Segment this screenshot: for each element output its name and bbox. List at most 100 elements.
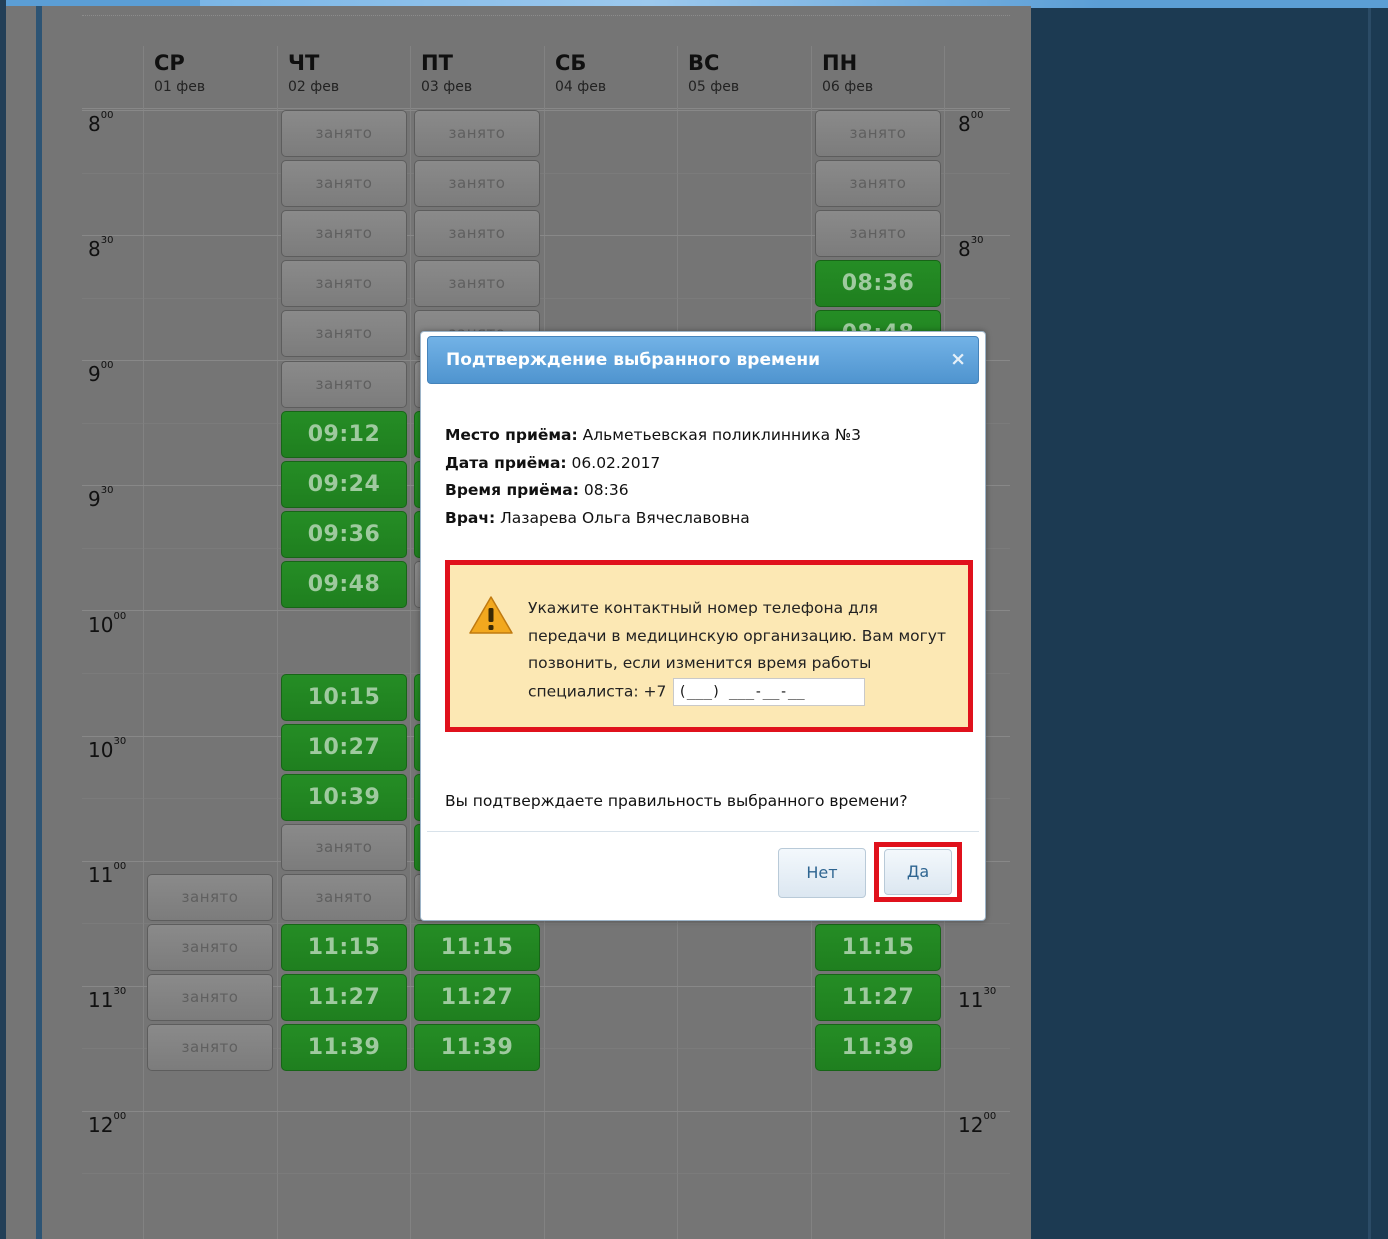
busy-slot: занято [414,110,540,157]
busy-slot: занято [281,824,407,871]
minute-text: 30 [100,235,114,246]
day-name: СР [154,51,185,75]
day-name: ВС [688,51,720,75]
free-slot[interactable]: 09:36 [281,511,407,558]
minute-text: 00 [100,360,114,371]
hour-text: 11 [88,988,114,1012]
yes-button[interactable]: Да [884,849,952,895]
hour-text: 11 [958,988,984,1012]
time-label-left: 930 [88,485,114,511]
right-edge [1368,8,1371,1239]
day-header-2: ПТ 03 фев [421,50,551,96]
hour-text: 8 [958,112,971,136]
day-header-4: ВС 05 фев [688,50,818,96]
minute-text: 30 [100,485,114,496]
free-slot[interactable]: 11:15 [281,924,407,971]
confirm-time-dialog: Подтверждение выбранного времени × Место… [420,331,986,921]
minute-text: 30 [970,235,984,246]
day-name: ПТ [421,51,453,75]
hour-text: 10 [88,613,114,637]
day-date: 04 фев [555,79,607,95]
doctor-value: Лазарева Ольга Вячеславовна [500,509,750,527]
busy-slot: занято [281,874,407,921]
row-line [82,1111,1010,1112]
warning-icon [469,596,513,634]
day-header-0: СР 01 фев [154,50,284,96]
time-label-left: 1130 [88,986,126,1012]
warning-text: Укажите контактный номер телефона для пе… [528,595,958,706]
time-row: Время приёма: 08:36 [445,481,629,499]
free-slot[interactable]: 11:27 [281,974,407,1021]
busy-slot: занято [281,210,407,257]
place-row: Место приёма: Альметьевская поликлинника… [445,426,861,444]
free-slot[interactable]: 11:39 [815,1024,941,1071]
row-line [82,1173,1010,1174]
busy-slot: занято [147,874,273,921]
day-date: 02 фев [288,79,340,95]
minute-text: 00 [100,110,114,121]
busy-slot: занято [281,160,407,207]
busy-slot: занято [414,260,540,307]
busy-slot: занято [815,210,941,257]
free-slot[interactable]: 10:15 [281,674,407,721]
busy-slot: занято [815,110,941,157]
free-slot[interactable]: 11:27 [815,974,941,1021]
free-slot[interactable]: 09:12 [281,411,407,458]
day-header-1: ЧТ 02 фев [288,50,418,96]
dialog-title: Подтверждение выбранного времени [446,350,821,370]
hour-text: 8 [88,112,101,136]
right-panel [1031,8,1381,1239]
free-slot[interactable]: 11:27 [414,974,540,1021]
dotted-separator [82,15,1010,16]
day-header-3: СБ 04 фев [555,50,685,96]
day-header-5: ПН 06 фев [822,50,952,96]
date-row: Дата приёма: 06.02.2017 [445,454,660,472]
free-slot[interactable]: 08:36 [815,260,941,307]
minute-text: 30 [983,986,997,997]
day-name: ЧТ [288,51,320,75]
day-date: 01 фев [154,79,206,95]
busy-slot: занято [281,110,407,157]
free-slot[interactable]: 09:24 [281,461,407,508]
minute-text: 00 [983,1111,997,1122]
place-value: Альметьевская поликлинника №3 [582,426,862,444]
hour-text: 12 [958,1113,984,1137]
time-label-left: 1000 [88,611,126,637]
confirm-question: Вы подтверждаете правильность выбранного… [445,792,908,810]
day-date: 06 фев [822,79,874,95]
free-slot[interactable]: 11:39 [281,1024,407,1071]
busy-slot: занято [147,924,273,971]
hour-text: 9 [88,487,101,511]
close-icon[interactable]: × [950,348,966,370]
no-button[interactable]: Нет [778,848,866,898]
free-slot[interactable]: 10:27 [281,724,407,771]
day-date: 03 фев [421,79,473,95]
column-divider [143,46,144,1239]
hour-text: 8 [88,237,101,261]
place-label: Место приёма: [445,426,578,444]
time-label-left: 1200 [88,1111,126,1137]
free-slot[interactable]: 10:39 [281,774,407,821]
date-value: 06.02.2017 [571,454,661,472]
day-name: ПН [822,51,858,75]
doctor-row: Врач: Лазарева Ольга Вячеславовна [445,509,750,527]
phone-input[interactable] [673,677,866,706]
free-slot[interactable]: 11:39 [414,1024,540,1071]
hour-text: 8 [958,237,971,261]
busy-slot: занято [147,974,273,1021]
time-label-right: 1130 [958,986,997,1012]
time-label-right: 1200 [958,1111,997,1137]
hour-text: 10 [88,738,114,762]
dialog-header: Подтверждение выбранного времени × [427,336,979,384]
time-label-right: 830 [958,235,984,261]
free-slot[interactable]: 11:15 [414,924,540,971]
minute-text: 00 [113,861,127,872]
column-divider [277,46,278,1239]
hour-text: 11 [88,863,114,887]
header-bottom-line [82,108,1010,109]
doctor-label: Врач: [445,509,496,527]
free-slot[interactable]: 09:48 [281,561,407,608]
time-label-left: 1030 [88,736,126,762]
free-slot[interactable]: 11:15 [815,924,941,971]
time-label-left: 1100 [88,861,127,887]
